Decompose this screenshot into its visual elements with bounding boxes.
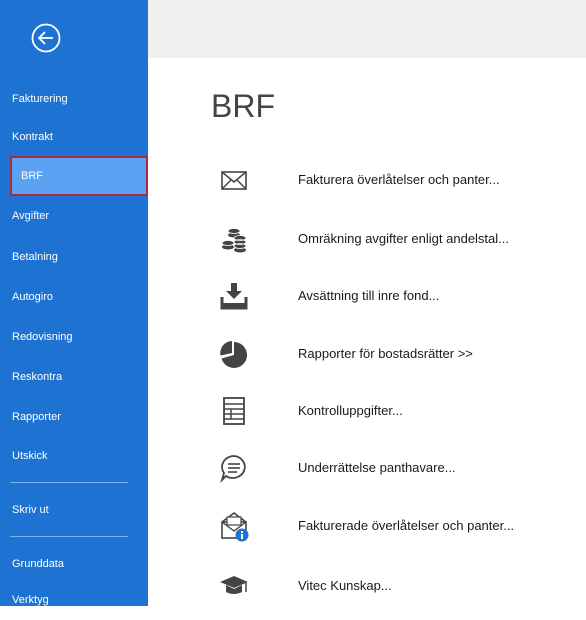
- sidebar-item-reskontra[interactable]: Reskontra: [0, 357, 148, 397]
- sidebar-item-utskick[interactable]: Utskick: [0, 436, 148, 476]
- command-underrattelse-panthavare[interactable]: Underrättelse panthavare...: [218, 446, 586, 490]
- sidebar-item-verktyg[interactable]: Verktyg: [0, 580, 148, 620]
- command-kontrolluppgifter[interactable]: Kontrolluppgifter...: [218, 389, 586, 433]
- sidebar-item-rapporter[interactable]: Rapporter: [0, 397, 148, 437]
- command-label: Omräkning avgifter enligt andelstal...: [298, 231, 509, 246]
- sidebar-item-fakturering[interactable]: Fakturering: [0, 79, 148, 119]
- sidebar-item-brf[interactable]: BRF: [10, 156, 148, 196]
- sidebar-divider: [10, 482, 128, 483]
- command-omrakning-avgifter[interactable]: Omräkning avgifter enligt andelstal...: [218, 217, 586, 261]
- command-label: Fakturerade överlåtelser och panter...: [298, 518, 515, 533]
- command-label: Avsättning till inre fond...: [298, 288, 440, 303]
- command-vitec-kunskap[interactable]: Vitec Kunskap...: [218, 564, 586, 608]
- command-label: Rapporter för bostadsrätter >>: [298, 346, 473, 361]
- envelope-info-icon: [221, 512, 249, 542]
- sidebar-item-grunddata[interactable]: Grunddata: [0, 544, 148, 584]
- page-title: BRF: [211, 88, 275, 124]
- command-label: Underrättelse panthavare...: [298, 460, 456, 475]
- command-label: Fakturera överlåtelser och panter...: [298, 172, 500, 187]
- sidebar-item-kontrakt[interactable]: Kontrakt: [0, 117, 148, 157]
- back-arrow-icon: [31, 23, 61, 53]
- sidebar-item-autogiro[interactable]: Autogiro: [0, 277, 148, 317]
- command-label: Kontrolluppgifter...: [298, 403, 403, 418]
- top-bar: [148, 0, 586, 58]
- sidebar-divider: [10, 536, 128, 537]
- sidebar: Fakturering Kontrakt BRF Avgifter Betaln…: [0, 0, 148, 606]
- speech-bubble-icon: [220, 455, 246, 484]
- sidebar-item-avgifter[interactable]: Avgifter: [0, 196, 148, 236]
- sidebar-item-skriv-ut[interactable]: Skriv ut: [0, 490, 148, 530]
- back-button[interactable]: [30, 22, 62, 54]
- coins-icon: [221, 228, 247, 253]
- command-rapporter-bostadsratter[interactable]: Rapporter för bostadsrätter >>: [218, 332, 586, 376]
- envelope-icon: [221, 171, 247, 190]
- graduation-cap-icon: [220, 576, 248, 594]
- form-icon: [223, 397, 245, 425]
- download-tray-icon: [220, 283, 248, 310]
- command-label: Vitec Kunskap...: [298, 578, 392, 593]
- sidebar-item-redovisning[interactable]: Redovisning: [0, 317, 148, 357]
- sidebar-item-betalning[interactable]: Betalning: [0, 237, 148, 277]
- pie-chart-icon: [220, 341, 248, 368]
- command-fakturera-overlatelser[interactable]: Fakturera överlåtelser och panter...: [218, 158, 586, 202]
- command-avsattning-inre-fond[interactable]: Avsättning till inre fond...: [218, 274, 586, 318]
- command-fakturerade-overlatelser[interactable]: Fakturerade överlåtelser och panter...: [218, 504, 586, 548]
